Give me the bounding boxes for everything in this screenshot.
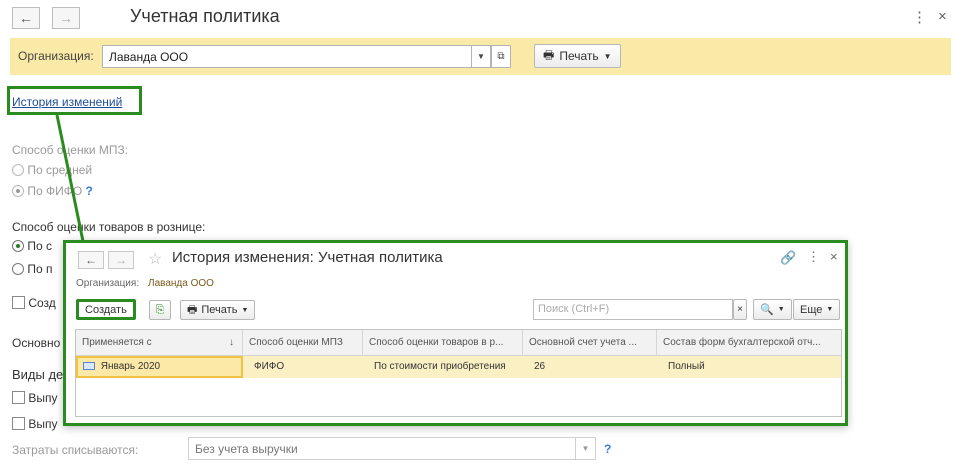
history-table: Применяется с ↓ Способ оценки МПЗ Способ… <box>75 329 842 417</box>
history-dialog: ← → ☆ История изменения: Учетная политик… <box>63 240 848 426</box>
close-icon: × <box>737 304 743 315</box>
record-icon <box>83 362 95 370</box>
forward-button[interactable]: → <box>108 251 134 269</box>
link-icon[interactable]: 🔗 <box>780 250 796 266</box>
dialog-title: История изменения: Учетная политика <box>172 249 443 266</box>
copy-icon: ⎘ <box>155 303 165 316</box>
more-icon[interactable]: ⋮ <box>807 249 820 265</box>
table-row[interactable]: Январь 2020 ФИФО По стоимости приобретен… <box>76 356 841 378</box>
create-button[interactable]: Создать <box>76 299 136 320</box>
copy-button[interactable]: ⎘ <box>149 300 171 320</box>
column-header[interactable]: Основной счет учета ... <box>523 330 657 356</box>
table-cell: По стоимости приобретения <box>374 361 506 372</box>
column-header[interactable]: Способ оценки МПЗ <box>243 330 363 356</box>
table-header: Применяется с ↓ Способ оценки МПЗ Способ… <box>76 330 841 356</box>
arrow-left-icon: ← <box>85 253 97 267</box>
search-input[interactable]: Поиск (Ctrl+F) <box>533 299 733 320</box>
table-cell: Полный <box>668 361 705 372</box>
dialog-org-label: Организация: <box>76 278 140 289</box>
chevron-down-icon: ▼ <box>777 306 785 313</box>
column-header[interactable]: Способ оценки товаров в р... <box>363 330 523 356</box>
sort-down-icon: ↓ <box>229 337 234 348</box>
table-cell: ФИФО <box>254 361 285 372</box>
table-cell[interactable]: Январь 2020 <box>76 356 243 378</box>
dialog-org-value[interactable]: Лаванда ООО <box>148 278 214 289</box>
column-header[interactable]: Состав форм бухгалтерской отч... <box>657 330 841 356</box>
search-button[interactable]: 🔍 ▼ <box>753 299 792 320</box>
star-icon[interactable]: ☆ <box>148 249 162 269</box>
chevron-down-icon: ▼ <box>826 306 834 313</box>
back-button[interactable]: ← <box>78 251 104 269</box>
chevron-down-icon: ▼ <box>241 306 249 314</box>
printer-icon: 🖶 <box>187 303 198 316</box>
arrow-right-icon: → <box>115 253 127 267</box>
clear-search-button[interactable]: × <box>733 299 747 320</box>
close-icon[interactable]: × <box>830 249 838 264</box>
search-icon: 🔍 <box>760 304 774 316</box>
print-button[interactable]: 🖶 Печать ▼ <box>180 300 256 320</box>
more-button[interactable]: Еще ▼ <box>793 299 841 320</box>
column-header[interactable]: Применяется с ↓ <box>76 330 243 356</box>
table-cell: 26 <box>534 361 546 372</box>
